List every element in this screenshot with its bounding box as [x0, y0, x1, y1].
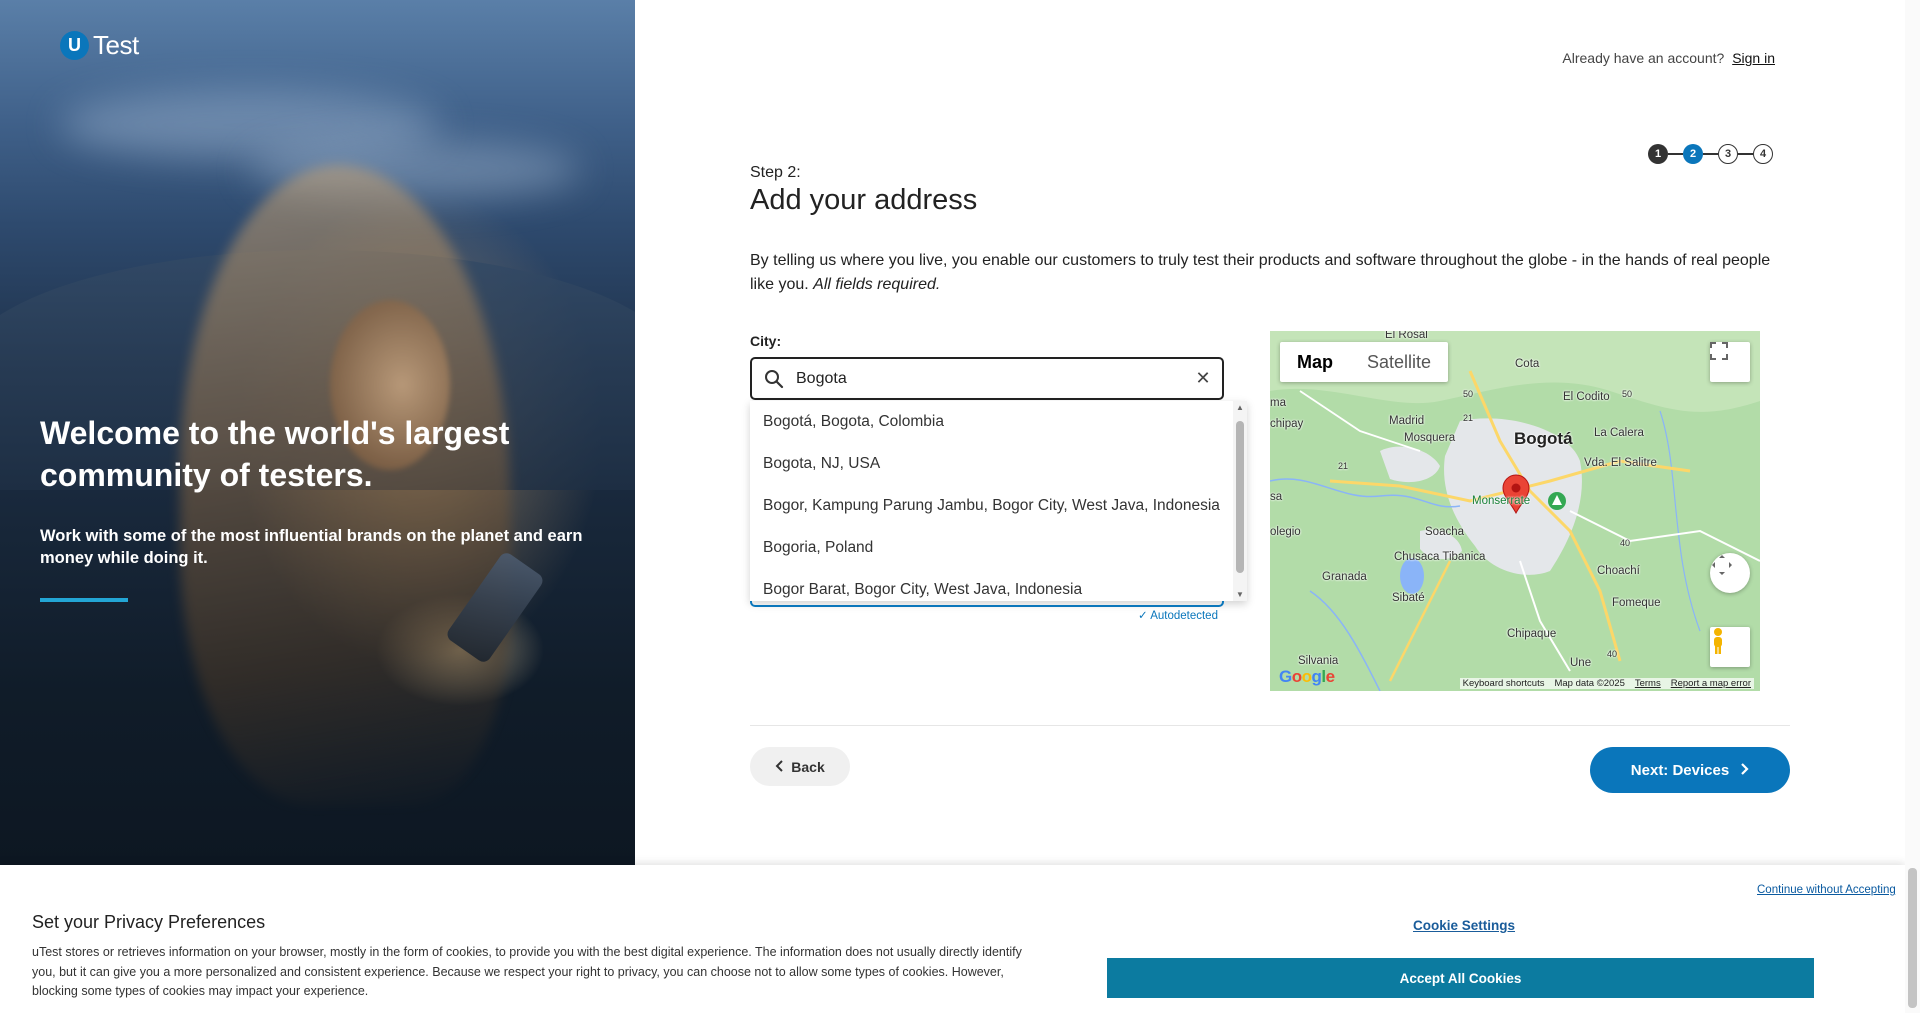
- step-connector: [1668, 153, 1683, 155]
- map-label: Soacha: [1425, 526, 1465, 538]
- map-label: Silvania: [1298, 655, 1339, 667]
- continue-without-accepting-link[interactable]: Continue without Accepting: [1757, 884, 1896, 896]
- street-view-icon[interactable]: [1710, 627, 1750, 667]
- step-label: Step 2:: [750, 164, 801, 181]
- next-label: Next: Devices: [1630, 761, 1730, 779]
- back-label: Back: [791, 758, 825, 775]
- form-divider: [750, 725, 1790, 726]
- logo-wordmark: Test: [93, 30, 139, 60]
- map-label: Madrid: [1389, 415, 1425, 427]
- fullscreen-icon[interactable]: [1710, 342, 1750, 382]
- map-label: Granada: [1322, 571, 1367, 583]
- step-1: 1: [1648, 144, 1668, 164]
- suggestion-item[interactable]: Bogoria, Poland: [750, 527, 1247, 569]
- map-label: ma: [1270, 397, 1286, 409]
- suggestion-item[interactable]: Bogota, NJ, USA: [750, 443, 1247, 485]
- step-4: 4: [1753, 144, 1773, 164]
- map-attributions: Keyboard shortcuts Map data ©2025 Terms …: [1459, 678, 1754, 689]
- suggestions-scrollbar[interactable]: ▲ ▼: [1233, 401, 1247, 601]
- cookie-settings-link[interactable]: Cookie Settings: [1413, 918, 1515, 933]
- logo-mark: U: [60, 31, 89, 60]
- location-pin-icon: [1502, 474, 1530, 514]
- autodetected-badge: ✓ Autodetected: [1138, 610, 1218, 622]
- map-tab-satellite[interactable]: Satellite: [1350, 342, 1448, 382]
- address-map[interactable]: Map Satellite El Rosal Cota El Codito Ma…: [1270, 331, 1760, 691]
- map-label: Chusaca Tibanica: [1394, 551, 1486, 563]
- cookie-body: uTest stores or retrieves information on…: [32, 945, 1022, 998]
- map-label: Une: [1570, 657, 1592, 669]
- step-2: 2: [1683, 144, 1703, 164]
- cookie-title: Set your Privacy Preferences: [32, 912, 266, 932]
- park-poi-icon: [1548, 492, 1566, 510]
- map-label: Chipaque: [1507, 628, 1557, 640]
- suggestion-item[interactable]: Bogor Barat, Bogor City, West Java, Indo…: [750, 569, 1247, 601]
- map-label-poi: Monserrate: [1472, 495, 1531, 507]
- city-label: City:: [750, 333, 782, 349]
- road-shield: 50: [1463, 389, 1474, 399]
- road-shield: 21: [1463, 413, 1474, 423]
- next-devices-button[interactable]: Next: Devices: [1590, 747, 1790, 793]
- chevron-right-icon: [1741, 762, 1749, 779]
- map-label: sa: [1270, 491, 1283, 503]
- terms-link[interactable]: Terms: [1635, 678, 1661, 689]
- map-label: La Calera: [1594, 427, 1644, 439]
- step-indicator: 1 2 3 4: [1648, 144, 1773, 164]
- road-shield: 40: [1620, 538, 1631, 548]
- map-label: Cota: [1515, 358, 1540, 370]
- keyboard-shortcuts-link[interactable]: Keyboard shortcuts: [1463, 678, 1545, 689]
- hero-title: Welcome to the world's largest community…: [40, 415, 510, 493]
- page-scrollbar[interactable]: [1905, 0, 1920, 1013]
- map-label: chipay: [1270, 418, 1304, 430]
- sign-in-link[interactable]: Sign in: [1732, 50, 1775, 66]
- step-connector: [1738, 153, 1753, 155]
- step-connector: [1703, 153, 1718, 155]
- city-suggestions: Bogotá, Bogota, Colombia Bogota, NJ, USA…: [750, 401, 1247, 601]
- map-type-tabs: Map Satellite: [1280, 342, 1449, 382]
- already-text: Already have an account?: [1562, 50, 1725, 66]
- road-shield: 21: [1338, 461, 1349, 471]
- city-field-focus-border: [750, 601, 1224, 607]
- chevron-left-icon: [775, 759, 783, 775]
- map-footer: Keyboard shortcuts Map data ©2025 Terms …: [1270, 675, 1760, 691]
- map-label: Sibaté: [1392, 592, 1425, 604]
- city-input[interactable]: [796, 369, 1184, 388]
- accept-all-cookies-button[interactable]: Accept All Cookies: [1107, 958, 1814, 998]
- intro-required-note: All fields required.: [813, 276, 941, 293]
- sign-in-prompt: Already have an account? Sign in: [1562, 50, 1775, 66]
- road-shield: 40: [1607, 649, 1618, 659]
- map-label: El Codito: [1563, 391, 1610, 403]
- intro-text: By telling us where you live, you enable…: [750, 249, 1775, 297]
- search-icon: [752, 369, 796, 389]
- road-shield: 50: [1622, 389, 1633, 399]
- report-error-link[interactable]: Report a map error: [1671, 678, 1751, 689]
- city-field[interactable]: ✕: [750, 357, 1224, 400]
- utest-logo[interactable]: U Test: [60, 30, 139, 61]
- clear-icon[interactable]: ✕: [1184, 368, 1222, 389]
- map-data-text: Map data ©2025: [1554, 678, 1625, 689]
- hero-accent-bar: [40, 598, 128, 602]
- suggestion-item[interactable]: Bogor, Kampung Parung Jambu, Bogor City,…: [750, 485, 1247, 527]
- hero-panel: U Test Welcome to the world's largest co…: [0, 0, 635, 865]
- step-3: 3: [1718, 144, 1738, 164]
- map-label: Fomeque: [1612, 597, 1661, 609]
- map-tab-map[interactable]: Map: [1280, 342, 1350, 382]
- camera-control-icon[interactable]: [1710, 553, 1750, 593]
- map-label-city: Bogotá: [1514, 429, 1573, 448]
- page-title: Add your address: [750, 184, 978, 216]
- map-label: Mosquera: [1404, 432, 1456, 444]
- scroll-down-icon[interactable]: ▼: [1236, 590, 1244, 599]
- cookie-banner: Set your Privacy Preferences uTest store…: [0, 865, 1905, 1013]
- scroll-up-icon[interactable]: ▲: [1236, 403, 1244, 412]
- scroll-thumb[interactable]: [1236, 421, 1244, 573]
- page-scroll-thumb[interactable]: [1908, 868, 1917, 1008]
- map-label: olegio: [1270, 526, 1301, 538]
- map-label: Vda. El Salitre: [1584, 457, 1657, 469]
- hero-subtitle: Work with some of the most influential b…: [40, 527, 583, 567]
- map-label: Choachí: [1597, 565, 1640, 577]
- back-button[interactable]: Back: [750, 747, 850, 786]
- map-label: El Rosal: [1385, 331, 1428, 341]
- suggestion-item[interactable]: Bogotá, Bogota, Colombia: [750, 401, 1247, 443]
